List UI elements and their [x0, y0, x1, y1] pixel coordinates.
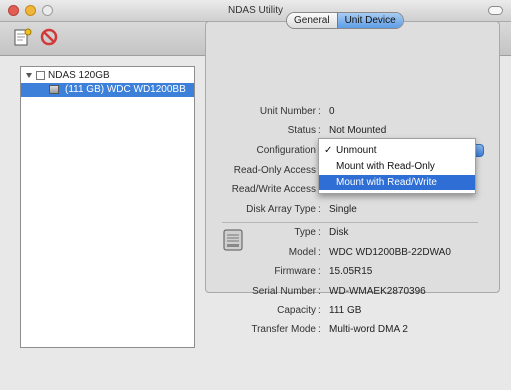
unit-number-label: Unit Number	[259, 106, 316, 117]
status-value: Not Mounted	[329, 125, 387, 136]
tree-item-label: NDAS 120GB	[48, 70, 110, 81]
checkmark-icon: ✓	[324, 145, 333, 156]
unregister-icon[interactable]	[38, 26, 60, 48]
menu-item-label: Mount with Read/Write	[336, 177, 437, 188]
model-label: Model	[288, 247, 316, 258]
menu-item-label: Mount with Read-Only	[336, 161, 435, 172]
configuration-menu: ✓ Unmount Mount with Read-Only Mount wit…	[318, 138, 476, 194]
tree-item-ndas-120gb[interactable]: NDAS 120GB	[21, 69, 194, 83]
type-label: Type	[294, 227, 316, 238]
disk-array-type-value: Single	[329, 204, 357, 215]
colon: :	[318, 125, 321, 136]
serial-number-value: WD-WMAEK2870396	[329, 286, 426, 297]
colon: :	[318, 106, 321, 117]
colon: :	[318, 286, 321, 297]
status-label: Status	[287, 125, 316, 136]
disclosure-triangle-icon[interactable]	[26, 73, 32, 78]
transfer-mode-value: Multi-word DMA 2	[329, 324, 408, 335]
capacity-value: 111 GB	[329, 305, 362, 316]
disk-array-type-label: Disk Array Type	[246, 204, 316, 215]
unit-number-value: 0	[329, 106, 335, 117]
tree-item-label: (111 GB) WDC WD1200BB	[65, 84, 186, 95]
device-tree[interactable]: NDAS 120GB (111 GB) WDC WD1200BB	[20, 66, 195, 348]
type-value: Disk	[329, 227, 349, 238]
serial-number-label: Serial Number	[252, 286, 316, 297]
transfer-mode-label: Transfer Mode	[251, 324, 316, 335]
tab-general[interactable]: General	[287, 13, 337, 28]
read-only-access-label: Read-Only Access	[233, 165, 316, 176]
read-write-access-label: Read/Write Access	[231, 184, 316, 195]
hard-disk-icon	[49, 85, 59, 94]
colon: :	[318, 266, 321, 277]
toolbar-toggle-button[interactable]	[488, 6, 503, 15]
model-value: WDC WD1200BB-22DWA0	[329, 247, 451, 258]
colon: :	[318, 305, 321, 316]
tree-item-unit-device[interactable]: (111 GB) WDC WD1200BB	[21, 83, 194, 97]
firmware-label: Firmware	[274, 266, 316, 277]
menu-item-label: Unmount	[336, 145, 377, 156]
firmware-value: 15.05R15	[329, 266, 373, 277]
colon: :	[318, 324, 321, 335]
menu-item-mount-read-only[interactable]: Mount with Read-Only	[319, 159, 475, 174]
capacity-label: Capacity	[277, 305, 316, 316]
register-device-icon[interactable]	[12, 26, 34, 48]
device-checkbox[interactable]	[36, 71, 45, 80]
colon: :	[318, 247, 321, 258]
tab-bar: General Unit Device	[286, 12, 404, 29]
colon: :	[318, 227, 321, 238]
menu-item-unmount[interactable]: ✓ Unmount	[319, 143, 475, 158]
tab-unit-device[interactable]: Unit Device	[336, 13, 403, 28]
menu-item-mount-read-write[interactable]: Mount with Read/Write	[319, 175, 475, 190]
configuration-label: Configuration	[256, 145, 316, 156]
colon: :	[318, 204, 321, 215]
section-divider	[222, 222, 478, 223]
window-title: NDAS Utility	[227, 5, 283, 16]
title-bar: NDAS Utility	[0, 0, 511, 22]
